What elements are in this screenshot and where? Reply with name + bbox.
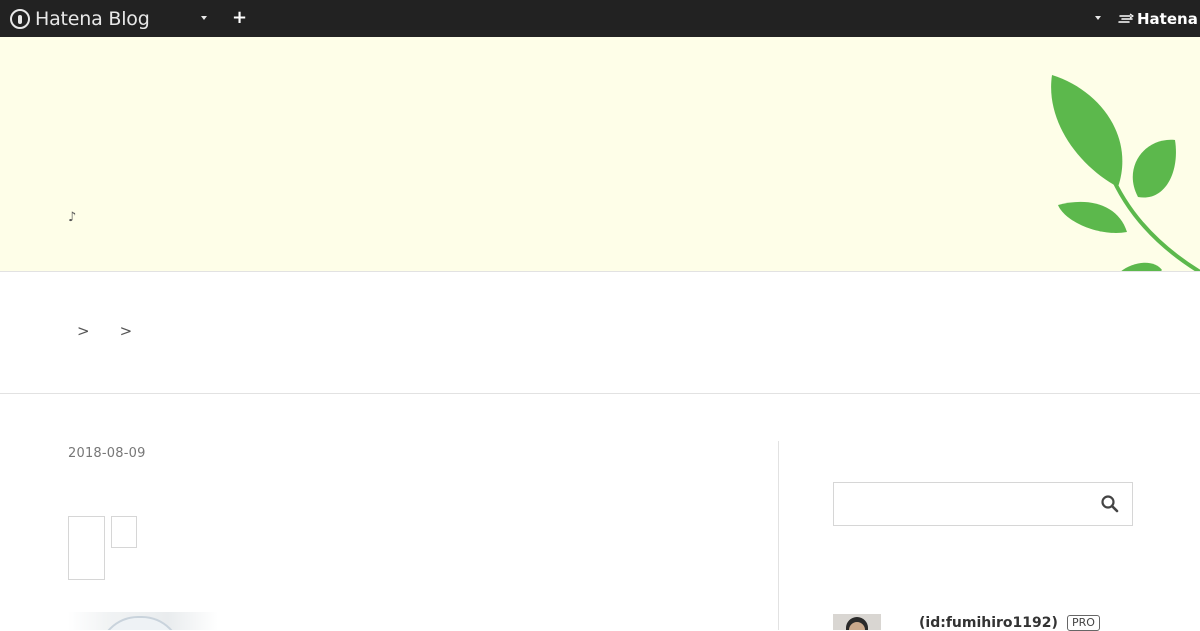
search-icon[interactable] — [1100, 494, 1120, 514]
breadcrumb-separator: > — [119, 322, 133, 340]
header-divider — [0, 271, 1200, 272]
global-header: Hatena Blog + Hatena — [0, 0, 1200, 37]
column-divider — [778, 441, 779, 630]
breadcrumb: > > — [68, 322, 142, 342]
search-input[interactable] — [834, 483, 1094, 525]
search-form — [833, 482, 1133, 526]
section-divider — [0, 393, 1200, 394]
brand-label: Hatena Blog — [35, 8, 150, 30]
entry-image — [68, 612, 568, 630]
plus-icon[interactable]: + — [232, 9, 247, 27]
hatena-mark-icon — [1118, 13, 1134, 23]
share-button[interactable] — [68, 516, 105, 580]
blog-header: ♪ — [0, 37, 1200, 272]
blog-description: ♪ — [68, 210, 77, 225]
hatena-blog-mark-icon — [10, 9, 30, 29]
leaf-branch-illustration — [1051, 75, 1200, 272]
pro-badge: PRO — [1067, 615, 1100, 631]
blog-menu-caret-icon[interactable] — [201, 16, 207, 20]
hatena-blog-logo[interactable]: Hatena Blog — [10, 7, 150, 31]
avatar[interactable] — [833, 614, 881, 630]
entry-date[interactable]: 2018-08-09 — [68, 446, 146, 461]
hatena-logo[interactable]: Hatena — [1118, 9, 1198, 29]
breadcrumb-separator: > — [77, 322, 90, 340]
share-button[interactable] — [111, 516, 137, 548]
profile-user-id[interactable]: (id:fumihiro1192) — [919, 615, 1058, 631]
hatena-label: Hatena — [1137, 10, 1198, 28]
user-menu-caret-icon[interactable] — [1095, 16, 1101, 20]
